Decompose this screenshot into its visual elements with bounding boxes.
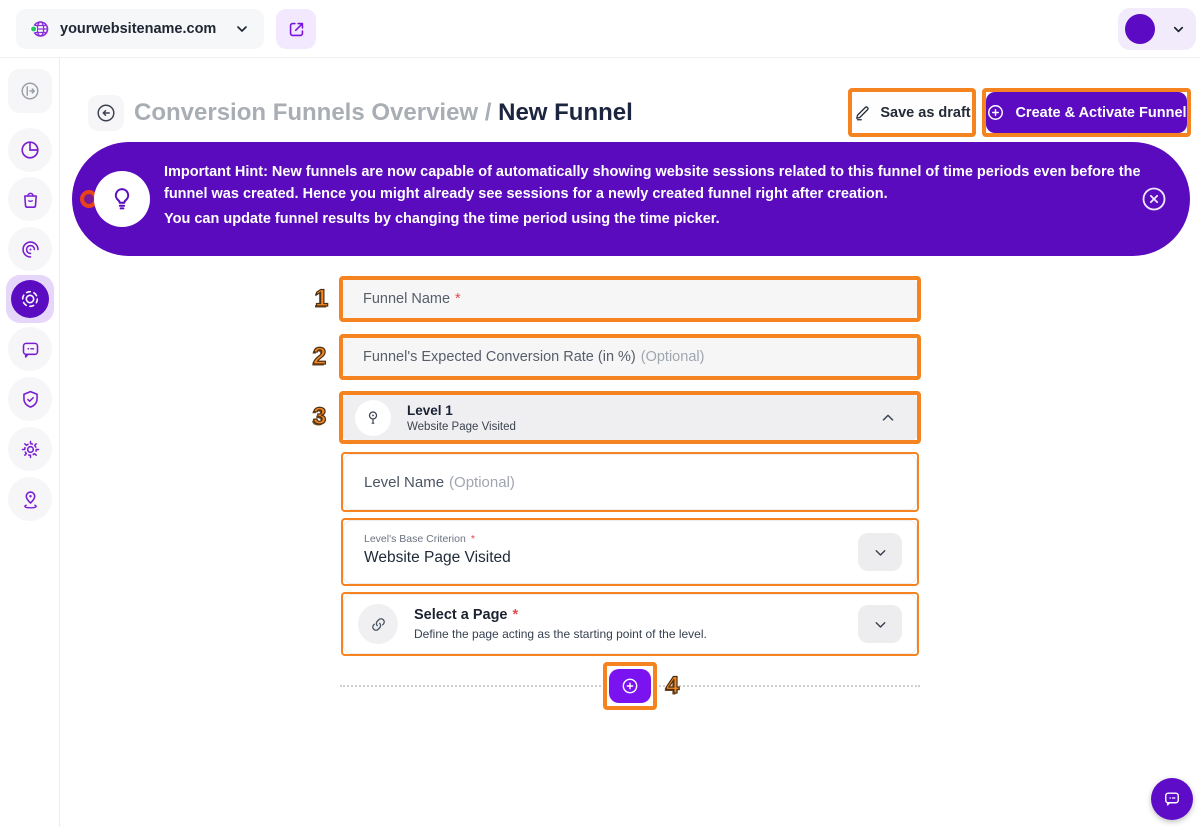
chevron-down-icon — [1171, 22, 1186, 37]
conversion-rate-input[interactable]: Funnel's Expected Conversion Rate (in %)… — [343, 338, 917, 376]
back-arrow-icon — [95, 102, 117, 124]
level-name-placeholder: Level Name — [364, 474, 444, 491]
banner-close-button[interactable] — [1140, 185, 1168, 213]
top-bar: yourwebsitename.com — [0, 0, 1200, 58]
account-menu[interactable] — [1118, 8, 1196, 50]
create-activate-funnel-label: Create & Activate Funnel — [1015, 105, 1186, 121]
create-activate-funnel-button[interactable]: Create & Activate Funnel — [986, 92, 1187, 133]
close-circle-icon — [1140, 185, 1168, 213]
globe-icon — [30, 19, 50, 39]
annotation-box-base-criterion: Level's Base Criterion * Website Page Vis… — [341, 518, 919, 586]
pie-chart-icon — [19, 139, 41, 161]
sidebar-item-funnels[interactable] — [6, 275, 54, 323]
annotation-box-create-funnel: Create & Activate Funnel — [982, 88, 1191, 137]
page-title: Conversion Funnels Overview / New Funnel — [134, 99, 633, 127]
chat-bubble-icon — [1162, 789, 1182, 809]
website-name: yourwebsitename.com — [60, 21, 234, 37]
base-criterion-dropdown-button[interactable] — [858, 533, 902, 571]
annotation-number-3: 3 — [313, 405, 326, 429]
base-criterion-select[interactable]: Level's Base Criterion * Website Page Vis… — [343, 520, 917, 584]
support-chat-button[interactable] — [1151, 778, 1193, 820]
level-subtitle: Website Page Visited — [407, 421, 879, 433]
open-website-button[interactable] — [276, 9, 316, 49]
external-link-icon — [287, 20, 306, 39]
annotation-box-add-level — [603, 662, 657, 710]
important-hint-banner: Important Hint: New funnels are now capa… — [72, 142, 1190, 256]
annotation-box-funnel-name: Funnel Name * — [339, 276, 921, 322]
conversion-rate-placeholder: Funnel's Expected Conversion Rate (in %) — [363, 349, 636, 365]
level-name-input[interactable]: Level Name (Optional) — [343, 454, 917, 510]
required-asterisk: * — [513, 607, 519, 623]
base-criterion-label: Level's Base Criterion * — [364, 533, 475, 545]
sidebar-item-privacy[interactable] — [8, 377, 52, 421]
required-asterisk: * — [455, 291, 461, 307]
level-title: Level 1 — [407, 403, 879, 418]
spiral-icon — [20, 239, 41, 260]
annotation-box-select-page: Select a Page * Define the page acting as… — [341, 592, 919, 656]
map-pin-icon — [20, 489, 41, 510]
sidebar-item-dashboard[interactable] — [8, 128, 52, 172]
sidebar — [0, 58, 60, 827]
add-level-button[interactable] — [609, 669, 651, 703]
annotation-box-save-draft: Save as draft — [848, 88, 976, 137]
plus-circle-icon — [620, 676, 640, 696]
website-selector[interactable]: yourwebsitename.com — [16, 9, 264, 49]
breadcrumb-parent: Conversion Funnels Overview / — [134, 99, 491, 126]
annotation-number-1: 1 — [315, 287, 328, 311]
funnel-focus-icon — [11, 280, 49, 318]
shield-check-icon — [20, 389, 41, 410]
select-page-control[interactable]: Select a Page * Define the page acting as… — [343, 594, 917, 654]
chevron-down-icon — [872, 544, 889, 561]
back-button[interactable] — [88, 95, 124, 131]
level-pin-badge — [355, 400, 391, 436]
chevron-up-icon — [879, 409, 897, 427]
sidebar-item-collapse[interactable] — [8, 69, 52, 113]
breadcrumb-current: New Funnel — [498, 99, 633, 126]
sidebar-item-store[interactable] — [8, 177, 52, 221]
annotation-box-conversion-rate: Funnel's Expected Conversion Rate (in %)… — [339, 334, 921, 380]
save-as-draft-label: Save as draft — [880, 105, 970, 121]
hint-text: Important Hint: New funnels are now capa… — [164, 161, 1164, 230]
app-root: yourwebsitename.com — [0, 0, 1200, 827]
required-asterisk: * — [471, 533, 475, 545]
link-badge — [358, 604, 398, 644]
lightbulb-badge — [94, 171, 150, 227]
select-page-label-text: Select a Page — [414, 607, 508, 623]
sidebar-item-replays[interactable] — [8, 227, 52, 271]
sidebar-item-settings[interactable] — [8, 427, 52, 471]
select-page-subtitle: Define the page acting as the starting p… — [414, 627, 707, 641]
optional-hint: (Optional) — [641, 349, 705, 365]
annotation-number-2: 2 — [313, 345, 326, 369]
base-criterion-value: Website Page Visited — [364, 549, 511, 567]
shopping-bag-icon — [20, 189, 41, 210]
annotation-number-4: 4 — [666, 674, 679, 698]
collapse-arrow-icon — [19, 80, 41, 102]
gear-icon — [20, 439, 41, 460]
hint-paragraph-1: Important Hint: New funnels are now capa… — [164, 161, 1164, 206]
annotation-box-level-header: Level 1 Website Page Visited — [339, 391, 921, 444]
select-page-texts: Select a Page * Define the page acting as… — [414, 607, 707, 641]
base-criterion-label-text: Level's Base Criterion — [364, 533, 466, 545]
chevron-down-icon — [872, 616, 889, 633]
chevron-down-icon — [234, 21, 250, 37]
sidebar-item-geo[interactable] — [8, 477, 52, 521]
plus-circle-icon — [986, 103, 1005, 122]
funnel-name-placeholder: Funnel Name — [363, 291, 450, 307]
pencil-icon — [853, 104, 871, 122]
chat-bubble-icon — [20, 339, 41, 360]
level-1-accordion-header[interactable]: Level 1 Website Page Visited — [343, 395, 917, 440]
funnel-name-input[interactable]: Funnel Name * — [343, 280, 917, 318]
optional-hint: (Optional) — [449, 474, 515, 491]
avatar — [1125, 14, 1155, 44]
select-page-label: Select a Page * — [414, 607, 707, 623]
save-as-draft-button[interactable]: Save as draft — [852, 92, 972, 133]
hint-paragraph-2: You can update funnel results by changin… — [164, 208, 1164, 230]
select-page-dropdown-button[interactable] — [858, 605, 902, 643]
sidebar-item-feedback[interactable] — [8, 327, 52, 371]
pin-icon — [363, 408, 383, 428]
link-icon — [369, 615, 388, 634]
lightbulb-icon — [108, 185, 136, 213]
level-header-texts: Level 1 Website Page Visited — [407, 403, 879, 433]
annotation-box-level-name: Level Name (Optional) — [341, 452, 919, 512]
